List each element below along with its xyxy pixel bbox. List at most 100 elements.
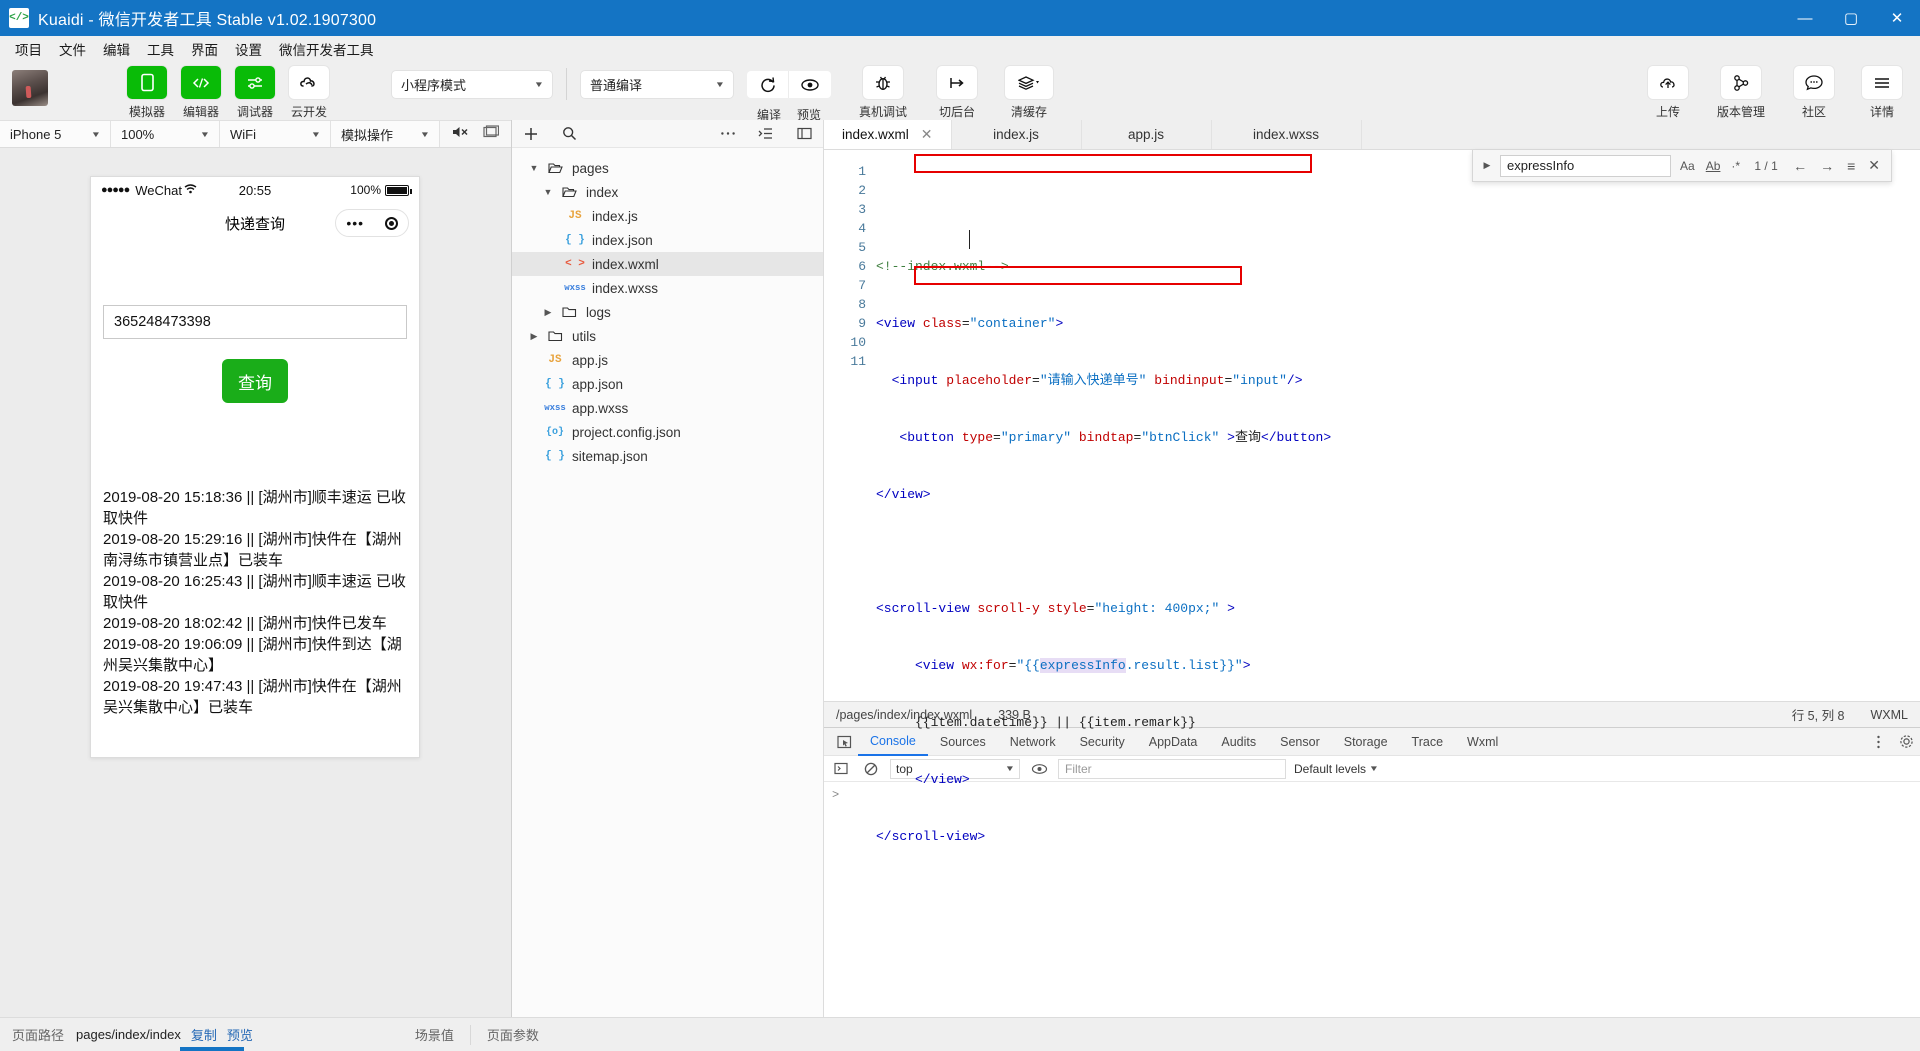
code-line-1: <!--index.wxml-->: [876, 259, 1009, 274]
chevron-down-icon[interactable]: ▼: [540, 187, 556, 197]
compile-select[interactable]: 普通编译 ▼: [581, 71, 733, 98]
find-input[interactable]: expressInfo: [1500, 154, 1672, 177]
js-file-icon: JS: [548, 354, 562, 366]
find-select-all-button[interactable]: ≡: [1844, 158, 1858, 174]
panel-icon[interactable]: [483, 125, 500, 143]
tree-node-project-config[interactable]: {o} project.config.json: [512, 420, 823, 444]
preview-path-button[interactable]: 预览: [227, 1025, 253, 1044]
menu-item-tools[interactable]: 工具: [140, 37, 181, 61]
mock-action-value: 模拟操作: [340, 127, 393, 143]
sidebar-toggle-icon[interactable]: [785, 127, 823, 140]
copy-path-button[interactable]: 复制: [191, 1025, 217, 1044]
find-next-button[interactable]: →: [1817, 158, 1837, 174]
menu-item-settings[interactable]: 设置: [228, 37, 269, 61]
tree-node-logs[interactable]: ▶ logs: [512, 300, 823, 324]
express-number-input[interactable]: 365248473398: [103, 305, 407, 339]
menu-item-interface[interactable]: 界面: [184, 37, 225, 61]
community-cell[interactable]: 社区: [1784, 66, 1844, 120]
tree-node-app-wxss[interactable]: wxss app.wxss: [512, 396, 823, 420]
code-content[interactable]: <!--index.wxml--> <view class="container…: [876, 150, 1920, 844]
hamburger-icon[interactable]: [1862, 66, 1902, 99]
chat-icon[interactable]: [1794, 66, 1834, 99]
tree-node-index-wxss[interactable]: wxss index.wxss: [512, 276, 823, 300]
toolbar-editor-cell[interactable]: 编辑器: [178, 66, 224, 120]
remote-debug-cell[interactable]: 真机调试: [853, 66, 913, 123]
chevron-right-icon[interactable]: ▶: [526, 331, 542, 342]
upload-cell[interactable]: 上传: [1638, 66, 1698, 120]
tree-node-index-wxml[interactable]: < > index.wxml: [512, 252, 823, 276]
console-toggle-icon[interactable]: [830, 762, 852, 775]
add-file-button[interactable]: [512, 126, 550, 142]
tab-index-wxss[interactable]: index.wxss: [1212, 120, 1362, 149]
menu-item-project[interactable]: 项目: [8, 37, 49, 61]
clear-cache-cell[interactable]: 清缓存: [1001, 66, 1057, 123]
expand-replace-icon[interactable]: ▶: [1481, 160, 1493, 171]
match-case-icon[interactable]: Aa: [1678, 159, 1697, 173]
find-previous-button[interactable]: ←: [1790, 158, 1810, 174]
tree-node-index-js[interactable]: JS index.js: [512, 204, 823, 228]
find-widget[interactable]: ▶ expressInfo Aa Ab ·* 1 / 1 ← → ≡ ✕: [1472, 150, 1892, 182]
tab-index-js[interactable]: index.js: [952, 120, 1082, 149]
close-button[interactable]: ✕: [1874, 0, 1920, 36]
bug-icon[interactable]: [863, 66, 903, 99]
tree-node-index-json[interactable]: { } index.json: [512, 228, 823, 252]
code-editor-area[interactable]: ▶ expressInfo Aa Ab ·* 1 / 1 ← → ≡ ✕ 1 2…: [824, 150, 1920, 844]
mock-action-select[interactable]: 模拟操作 ▼: [330, 121, 440, 147]
sliders-icon[interactable]: [235, 66, 275, 99]
tree-node-label: index.json: [592, 232, 653, 248]
minimize-button[interactable]: —: [1782, 0, 1828, 36]
inspect-icon[interactable]: [830, 735, 858, 749]
regex-icon[interactable]: ·*: [1729, 159, 1742, 173]
mute-icon[interactable]: [452, 125, 469, 144]
collapse-icon[interactable]: [747, 127, 785, 140]
branch-icon[interactable]: [1721, 66, 1761, 99]
menu-item-edit[interactable]: 编辑: [96, 37, 137, 61]
cloud-dev-icon[interactable]: [289, 66, 329, 99]
tab-label: index.wxss: [1253, 127, 1320, 142]
tree-node-app-js[interactable]: JS app.js: [512, 348, 823, 372]
tab-index-wxml[interactable]: index.wxml ✕: [824, 120, 952, 149]
tree-node-app-json[interactable]: { } app.json: [512, 372, 823, 396]
menu-item-devtools[interactable]: 微信开发者工具: [272, 37, 381, 61]
compile-button[interactable]: [747, 71, 789, 98]
tree-node-pages[interactable]: ▼ pages: [512, 156, 823, 180]
chevron-down-icon[interactable]: ▼: [526, 163, 542, 173]
text-cursor: [969, 230, 970, 249]
express-scroll-list[interactable]: 2019-08-20 15:18:36 || [湖州市]顺丰速运 已收取快件 2…: [103, 487, 407, 718]
tree-node-utils[interactable]: ▶ utils: [512, 324, 823, 348]
switch-background-icon[interactable]: [937, 66, 977, 99]
user-avatar[interactable]: [12, 70, 48, 106]
tab-app-js[interactable]: app.js: [1082, 120, 1212, 149]
capsule-menu[interactable]: •••: [335, 209, 409, 237]
chevron-right-icon[interactable]: ▶: [540, 307, 556, 318]
more-dots-icon[interactable]: •••: [346, 215, 364, 231]
tree-node-sitemap[interactable]: { } sitemap.json: [512, 444, 823, 468]
ellipsis-icon[interactable]: [709, 131, 747, 136]
preview-button[interactable]: [789, 71, 831, 98]
network-select[interactable]: WiFi ▼: [220, 121, 331, 147]
layers-icon[interactable]: [1005, 66, 1053, 99]
background-cell[interactable]: 切后台: [929, 66, 985, 123]
toolbar-simulator-cell[interactable]: 模拟器: [124, 66, 170, 120]
zoom-select[interactable]: 100% ▼: [110, 121, 220, 147]
tree-node-index-folder[interactable]: ▼ index: [512, 180, 823, 204]
toolbar-debugger-cell[interactable]: 调试器: [232, 66, 278, 120]
version-cell[interactable]: 版本管理: [1706, 66, 1776, 120]
whole-word-icon[interactable]: Ab: [1704, 159, 1723, 173]
device-select[interactable]: iPhone 5 ▼: [0, 121, 111, 147]
page-path-value: pages/index/index: [76, 1027, 181, 1042]
menu-item-file[interactable]: 文件: [52, 37, 93, 61]
phone-icon[interactable]: [127, 66, 167, 99]
details-cell[interactable]: 详情: [1852, 66, 1912, 120]
chevron-down-icon: ▼: [199, 129, 211, 139]
target-icon[interactable]: [384, 216, 398, 230]
query-button[interactable]: 查询: [222, 359, 288, 403]
code-icon[interactable]: [181, 66, 221, 99]
find-close-button[interactable]: ✕: [1865, 157, 1883, 174]
close-icon[interactable]: ✕: [921, 126, 933, 143]
toolbar-clouddev-cell[interactable]: 云开发: [286, 66, 332, 120]
mode-select[interactable]: 小程序模式 ▼: [392, 71, 552, 98]
maximize-button[interactable]: ▢: [1828, 0, 1874, 36]
cloud-upload-icon[interactable]: [1648, 66, 1688, 99]
search-icon[interactable]: [550, 126, 588, 141]
